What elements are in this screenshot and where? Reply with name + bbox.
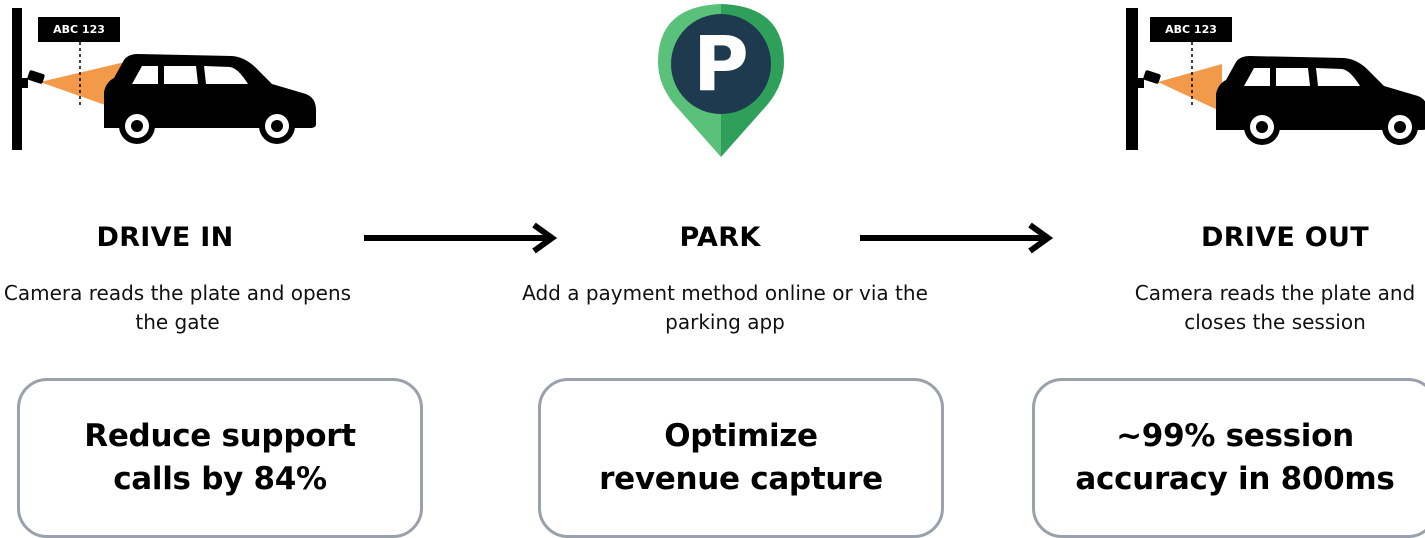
- park-illustration: P: [654, 0, 788, 160]
- plate-text: ABC 123: [53, 23, 105, 36]
- step-title-park: PARK: [679, 222, 761, 253]
- camera-icon: [22, 70, 45, 88]
- camera-icon: [1138, 70, 1161, 88]
- gate-pillar: [12, 8, 22, 150]
- benefit-card-revenue: Optimize revenue capture: [538, 378, 944, 538]
- pin-letter: P: [693, 19, 749, 108]
- license-plate: ABC 123: [38, 17, 120, 42]
- benefit-text: ~99% session accuracy in 800ms: [1075, 418, 1395, 497]
- arrow-right-icon: [364, 222, 558, 254]
- step-description-park: Add a payment method online or via the p…: [522, 281, 928, 334]
- drive-in-illustration: ABC 123: [0, 0, 330, 160]
- benefit-card-support: Reduce support calls by 84%: [17, 378, 423, 538]
- car-icon: [1216, 56, 1425, 145]
- benefit-text: Optimize revenue capture: [599, 418, 883, 497]
- drive-out-illustration: ABC 123: [1120, 0, 1425, 160]
- step-title-drive-out: DRIVE OUT: [1201, 222, 1369, 253]
- arrow-right-icon: [860, 222, 1054, 254]
- benefit-text: Reduce support calls by 84%: [84, 418, 356, 497]
- camera-beam: [1158, 64, 1222, 112]
- plate-text: ABC 123: [1165, 23, 1217, 36]
- gate-pillar: [1126, 8, 1138, 150]
- license-plate: ABC 123: [1150, 17, 1232, 42]
- step-title-drive-in: DRIVE IN: [96, 222, 234, 253]
- benefit-card-accuracy: ~99% session accuracy in 800ms: [1032, 378, 1425, 538]
- step-description-drive-out: Camera reads the plate and closes the se…: [1134, 281, 1416, 334]
- step-description-drive-in: Camera reads the plate and opens the gat…: [3, 281, 352, 334]
- car-icon: [104, 54, 316, 144]
